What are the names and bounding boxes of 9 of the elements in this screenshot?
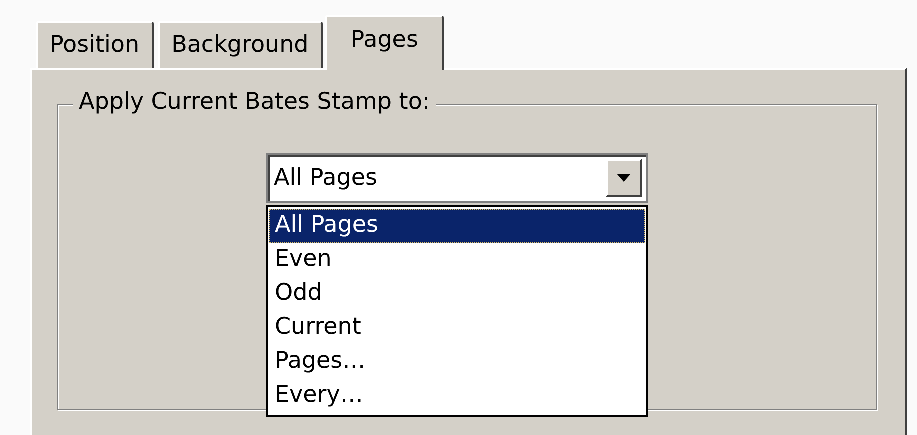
dropdown-button[interactable] bbox=[606, 159, 642, 197]
caret-icon bbox=[617, 174, 631, 182]
group-title: Apply Current Bates Stamp to: bbox=[73, 89, 436, 115]
tab[interactable]: Pages bbox=[324, 15, 444, 70]
dropdown-value: All Pages bbox=[274, 165, 378, 191]
dropdown-option[interactable]: All Pages bbox=[269, 209, 645, 243]
tab[interactable]: Position bbox=[36, 21, 154, 68]
dropdown[interactable]: All Pages bbox=[266, 153, 648, 203]
tab[interactable]: Background bbox=[158, 21, 323, 68]
